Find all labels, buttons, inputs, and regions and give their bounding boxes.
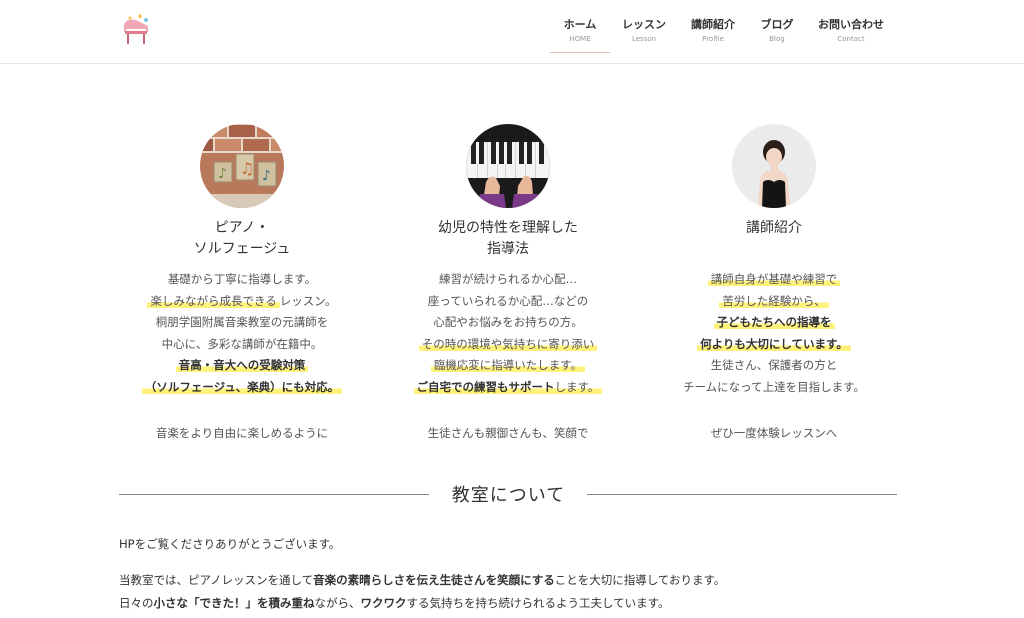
feature-text: その時の環境や気持ちに寄り添い bbox=[378, 334, 638, 356]
feature-title: 幼児の特性を理解した 指導法 bbox=[378, 218, 638, 260]
text-segment: 当教室では、ピアノレッスンを通して bbox=[119, 573, 314, 587]
svg-text:♪: ♪ bbox=[218, 166, 227, 182]
nav-lesson-label: レッスン bbox=[622, 18, 666, 31]
feature-title-line: ソルフェージュ bbox=[193, 241, 291, 257]
highlight-text: 苦労した経験から、 bbox=[719, 293, 829, 308]
nav-blog[interactable]: ブログ Blog bbox=[748, 0, 806, 53]
feature-title-line: 指導法 bbox=[487, 241, 529, 257]
feature-text: 講師自身が基礎や練習で bbox=[644, 269, 904, 291]
highlight-text: 子どもたちへの指導を bbox=[713, 315, 835, 330]
highlight-text: 講師自身が基礎や練習で bbox=[707, 272, 841, 286]
feature-teaching-method: 幼児の特性を理解した 指導法 練習が続けられるか心配… 座っていられるか心配…な… bbox=[378, 124, 638, 440]
highlight-text: ご自宅での練習もサポート bbox=[416, 379, 555, 394]
about-greeting: HPをご覧くださりありがとうございます。 bbox=[119, 537, 341, 551]
feature-text: 生徒さん、保護者の方と bbox=[710, 358, 838, 373]
section-divider-right bbox=[587, 494, 897, 495]
about-paragraph: 日々の小さな「できた！」を積み重ねながら、ワクワクする気持ちを持ち続けられるよう… bbox=[119, 595, 670, 611]
section-divider-left bbox=[119, 494, 429, 495]
feature-footer: 音楽をより自由に楽しめるように bbox=[155, 426, 329, 440]
feature-body: 練習が続けられるか心配… 座っていられるか心配…などの 心配やお悩みをお持ちの方… bbox=[378, 269, 638, 399]
about-paragraph: 当教室では、ピアノレッスンを通して音楽の素晴らしさを伝え生徒さんを笑顔にすること… bbox=[119, 572, 725, 588]
feature-text: チームになって上達を目指します。 bbox=[683, 379, 865, 394]
bold-text: 小さな「できた！」を積み重ね bbox=[153, 596, 315, 610]
feature-text: （ソルフェージュ、楽典）にも対応。 bbox=[112, 377, 372, 399]
svg-text:♫: ♫ bbox=[240, 159, 254, 178]
nav-lesson-sub: Lesson bbox=[631, 35, 657, 43]
highlight-text: 音高・音大への受験対策 bbox=[175, 358, 309, 373]
feature-piano-solfege: ♪ ♫ ♪ ピアノ・ ソルフェージュ 基礎から丁寧に指導します。 楽しみながら成… bbox=[112, 124, 372, 440]
feature-text: 心配やお悩みをお持ちの方。 bbox=[433, 315, 583, 330]
text-segment: 日々の bbox=[119, 596, 154, 610]
highlight-text: 臨機応変に指導いたします。 bbox=[430, 358, 586, 373]
piano-hands-photo bbox=[466, 124, 550, 208]
nav-home-label: ホーム bbox=[563, 18, 597, 31]
highlight-text: 何よりも大切にしています。 bbox=[697, 336, 851, 351]
teacher-portrait-photo bbox=[732, 124, 816, 208]
feature-title-line: 講師紹介 bbox=[746, 220, 802, 236]
feature-title: 講師紹介 bbox=[644, 218, 904, 260]
site-header: ホーム HOME レッスン Lesson 講師紹介 Profile ブログ Bl… bbox=[0, 0, 1024, 64]
nav-profile[interactable]: 講師紹介 Profile bbox=[678, 0, 748, 53]
highlight-text: 楽しみながら成長できる bbox=[147, 293, 280, 308]
feature-text: 中心に、多彩な講師が在籍中。 bbox=[161, 336, 323, 351]
feature-text: 苦労した経験から、 bbox=[644, 291, 904, 313]
feature-title-line: ピアノ・ bbox=[214, 220, 270, 236]
highlight-text: （ソルフェージュ、楽典）にも対応。 bbox=[141, 379, 343, 394]
feature-text: ご自宅での練習もサポートします。 bbox=[378, 377, 638, 399]
feature-text: 練習が続けられるか心配… bbox=[439, 272, 577, 286]
nav-profile-label: 講師紹介 bbox=[691, 18, 735, 31]
text-segment: します。 bbox=[554, 379, 600, 394]
bold-text: ワクワク bbox=[360, 596, 407, 610]
feature-title: ピアノ・ ソルフェージュ bbox=[112, 218, 372, 260]
text-segment: ことを大切に指導しております。 bbox=[554, 573, 726, 587]
feature-text: 臨機応変に指導いたします。 bbox=[378, 355, 638, 377]
nav-home-sub: HOME bbox=[569, 35, 591, 43]
text-segment: する気持ちを持ち続けられるよう工夫しています。 bbox=[406, 596, 670, 610]
section-title: 教室について bbox=[451, 485, 566, 506]
feature-body: 基礎から丁寧に指導します。 楽しみながら成長できる レッスン。 桐朋学園附属音楽教… bbox=[112, 269, 372, 399]
feature-text: 音高・音大への受験対策 bbox=[112, 355, 372, 377]
feature-text: 何よりも大切にしています。 bbox=[644, 334, 904, 356]
feature-text: 桐朋学園附属音楽教室の元講師を bbox=[155, 315, 329, 330]
feature-text: 基礎から丁寧に指導します。 bbox=[167, 272, 317, 286]
highlight-text: その時の環境や気持ちに寄り添い bbox=[418, 336, 598, 351]
feature-title-line: 幼児の特性を理解した bbox=[438, 220, 578, 236]
feature-text: 子どもたちへの指導を bbox=[644, 312, 904, 334]
feature-text: 楽しみながら成長できる レッスン。 bbox=[112, 291, 372, 313]
nav-lesson[interactable]: レッスン Lesson bbox=[610, 0, 678, 53]
nav-home[interactable]: ホーム HOME bbox=[550, 0, 610, 53]
feature-footer: ぜひ一度体験レッスンへ bbox=[710, 426, 838, 440]
text-segment: ながら、 bbox=[314, 596, 361, 610]
feature-body: 講師自身が基礎や練習で 苦労した経験から、 子どもたちへの指導を 何よりも大切に… bbox=[644, 269, 904, 399]
nav-contact-sub: Contact bbox=[837, 35, 865, 43]
music-notes-photo: ♪ ♫ ♪ bbox=[200, 124, 284, 208]
main-nav: ホーム HOME レッスン Lesson 講師紹介 Profile ブログ Bl… bbox=[550, 0, 896, 64]
nav-blog-sub: Blog bbox=[769, 35, 785, 43]
nav-blog-label: ブログ bbox=[760, 18, 794, 31]
feature-footer: 生徒さんも親御さんも、笑顔で bbox=[427, 426, 589, 440]
nav-contact-label: お問い合わせ bbox=[818, 18, 884, 31]
piano-logo-icon[interactable] bbox=[118, 12, 154, 48]
feature-instructor: 講師紹介 講師自身が基礎や練習で 苦労した経験から、 子どもたちへの指導を 何よ… bbox=[644, 124, 904, 440]
feature-text: 座っていられるか心配…などの bbox=[427, 293, 589, 308]
svg-text:♪: ♪ bbox=[262, 168, 271, 184]
nav-profile-sub: Profile bbox=[702, 35, 724, 43]
bold-text: 音楽の素晴らしさを伝え生徒さんを笑顔にする bbox=[313, 573, 555, 587]
nav-contact[interactable]: お問い合わせ Contact bbox=[806, 0, 896, 53]
text-segment: レッスン。 bbox=[279, 293, 337, 308]
